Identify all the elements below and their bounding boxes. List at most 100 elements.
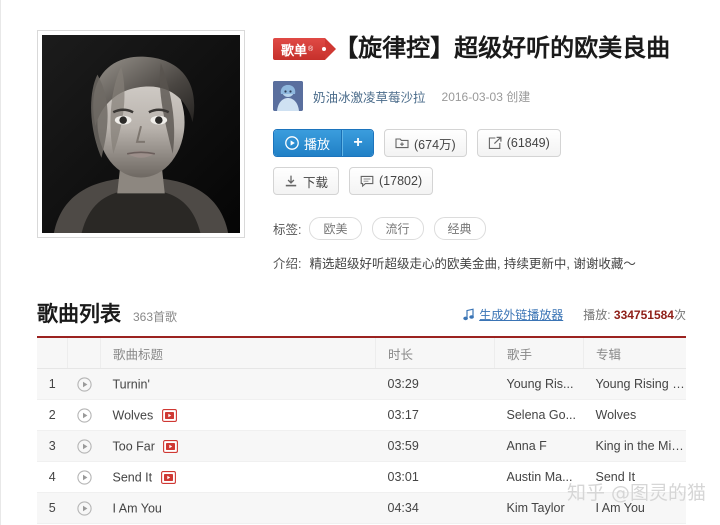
- row-title-cell[interactable]: Too Far: [100, 430, 376, 462]
- portrait-photo-icon: [42, 35, 240, 233]
- table-row[interactable]: 2 Wolves 03:17 Selena Go... Wolves: [37, 399, 686, 431]
- play-button[interactable]: 播放: [274, 130, 343, 156]
- row-title-cell[interactable]: I Am You: [100, 492, 376, 524]
- song-list-header-right: 生成外链播放器 播放: 334751584次: [463, 306, 686, 323]
- play-circle-icon: [285, 136, 299, 150]
- row-artist[interactable]: Austin Ma...: [494, 461, 584, 493]
- action-buttons: 播放 + (674万) (61849) 下载 (17802): [273, 129, 613, 195]
- folder-add-icon: [395, 136, 409, 150]
- song-title: Send It: [112, 470, 153, 485]
- download-button[interactable]: 下载: [273, 167, 340, 195]
- column-header-num: [37, 338, 68, 369]
- row-title-cell[interactable]: Send It: [100, 461, 376, 493]
- tag-item[interactable]: 经典: [433, 217, 486, 240]
- play-circle-icon[interactable]: [76, 407, 92, 423]
- mv-badge-icon[interactable]: [160, 470, 176, 484]
- song-table-header-row: 歌曲标题 时长 歌手 专辑: [37, 338, 686, 369]
- row-duration: 03:17: [375, 399, 495, 431]
- row-artist[interactable]: Kim Taylor: [494, 492, 584, 524]
- playlist-header: 歌单 ® 【旋律控】超级好听的欧美良曲 奶油冰激凌草莓沙拉 2016-03-03…: [1, 0, 720, 272]
- row-play-cell[interactable]: [67, 368, 101, 400]
- share-button-label: (61849): [506, 136, 550, 150]
- row-number: 5: [37, 492, 68, 524]
- play-circle-icon[interactable]: [76, 438, 92, 454]
- song-title: I Am You: [112, 501, 162, 516]
- generate-external-player-link[interactable]: 生成外链播放器: [479, 306, 563, 323]
- mv-badge-icon[interactable]: [161, 408, 177, 422]
- row-number: 2: [37, 399, 68, 431]
- comment-button[interactable]: (17802): [349, 167, 434, 195]
- playlist-info: 歌单 ® 【旋律控】超级好听的欧美良曲 奶油冰激凌草莓沙拉 2016-03-03…: [245, 30, 720, 272]
- play-count-value: 334751584: [613, 308, 674, 322]
- collect-button[interactable]: (674万): [384, 129, 467, 157]
- row-album[interactable]: Wolves: [583, 399, 686, 431]
- song-list-section: 歌曲列表 363首歌 生成外链播放器 播放: 334751584次 歌曲标题 时…: [1, 298, 720, 524]
- share-button[interactable]: (61849): [476, 129, 561, 157]
- row-play-cell[interactable]: [67, 399, 101, 431]
- column-header-title: 歌曲标题: [100, 338, 376, 369]
- row-duration: 03:59: [375, 430, 495, 462]
- album-cover-image[interactable]: [42, 35, 240, 233]
- song-title: Turnin': [112, 377, 150, 392]
- table-row[interactable]: 4 Send It 03:01 Austin Ma... Send It: [37, 461, 686, 493]
- song-title: Too Far: [112, 439, 155, 454]
- badge-dot-icon: [322, 47, 327, 51]
- row-album[interactable]: I Am You: [583, 492, 686, 524]
- songlist-badge-label: 歌单: [281, 42, 308, 58]
- table-row[interactable]: 1 Turnin' 03:29 Young Ris... Young Risin…: [37, 368, 686, 400]
- play-count-unit: 次: [673, 308, 686, 322]
- row-artist[interactable]: Selena Go...: [494, 399, 584, 431]
- tag-list: 欧美 流行 经典: [309, 217, 486, 240]
- download-icon: [284, 174, 298, 188]
- play-count-label: 播放:: [583, 308, 611, 322]
- comment-button-label: (17802): [379, 174, 423, 188]
- table-row[interactable]: 3 Too Far 03:59 Anna F King in the Mirro…: [37, 430, 686, 462]
- create-date: 2016-03-03 创建: [441, 89, 531, 104]
- row-duration: 03:01: [375, 461, 495, 493]
- album-cover-frame[interactable]: [37, 30, 245, 238]
- play-circle-icon[interactable]: [76, 469, 92, 485]
- play-count-stat: 播放: 334751584次: [583, 306, 686, 323]
- song-count: 363首歌: [133, 310, 178, 324]
- page-title: 【旋律控】超级好听的欧美良曲: [334, 35, 671, 62]
- row-title-cell[interactable]: Turnin': [100, 368, 376, 400]
- row-artist[interactable]: Young Ris...: [494, 368, 584, 400]
- music-note-icon: [463, 308, 475, 321]
- avatar[interactable]: [273, 81, 303, 111]
- column-header-album: 专辑: [583, 338, 686, 369]
- play-button-group[interactable]: 播放 +: [273, 129, 375, 157]
- row-number: 3: [37, 430, 68, 462]
- tag-item[interactable]: 欧美: [309, 217, 362, 240]
- title-row: 歌单 ® 【旋律控】超级好听的欧美良曲: [273, 34, 720, 64]
- song-title: Wolves: [112, 408, 154, 423]
- row-album[interactable]: Young Rising Sons: [583, 368, 686, 400]
- table-row[interactable]: 5 I Am You 04:34 Kim Taylor I Am You: [37, 492, 686, 524]
- row-album[interactable]: Send It: [583, 461, 686, 493]
- tag-item[interactable]: 流行: [371, 217, 424, 240]
- mv-badge-icon[interactable]: [163, 439, 179, 453]
- author-row: 奶油冰激凌草莓沙拉 2016-03-03 创建: [273, 81, 720, 111]
- tags-label: 标签:: [273, 223, 302, 237]
- author-name[interactable]: 奶油冰激凌草莓沙拉: [313, 87, 426, 106]
- row-title-cell[interactable]: Wolves: [100, 399, 376, 431]
- row-duration: 04:34: [375, 492, 495, 524]
- songlist-badge: 歌单 ®: [273, 38, 337, 60]
- column-header-play: [67, 338, 101, 369]
- column-header-artist: 歌手: [494, 338, 584, 369]
- row-play-cell[interactable]: [67, 461, 101, 493]
- comment-icon: [360, 174, 374, 188]
- add-to-playlist-button[interactable]: +: [342, 130, 374, 156]
- row-number: 4: [37, 461, 68, 493]
- row-play-cell[interactable]: [67, 492, 101, 524]
- tags-row: 标签: 欧美 流行 经典: [273, 217, 720, 240]
- download-button-label: 下载: [303, 175, 329, 190]
- row-artist[interactable]: Anna F: [494, 430, 584, 462]
- play-circle-icon[interactable]: [76, 376, 92, 392]
- play-circle-icon[interactable]: [76, 500, 92, 516]
- description-label: 介绍:: [273, 257, 302, 271]
- column-header-duration: 时长: [375, 338, 495, 369]
- row-play-cell[interactable]: [67, 430, 101, 462]
- play-button-label: 播放: [304, 136, 331, 152]
- row-album[interactable]: King in the Mirror: [583, 430, 686, 462]
- song-table-head: 歌曲标题 时长 歌手 专辑: [37, 338, 686, 369]
